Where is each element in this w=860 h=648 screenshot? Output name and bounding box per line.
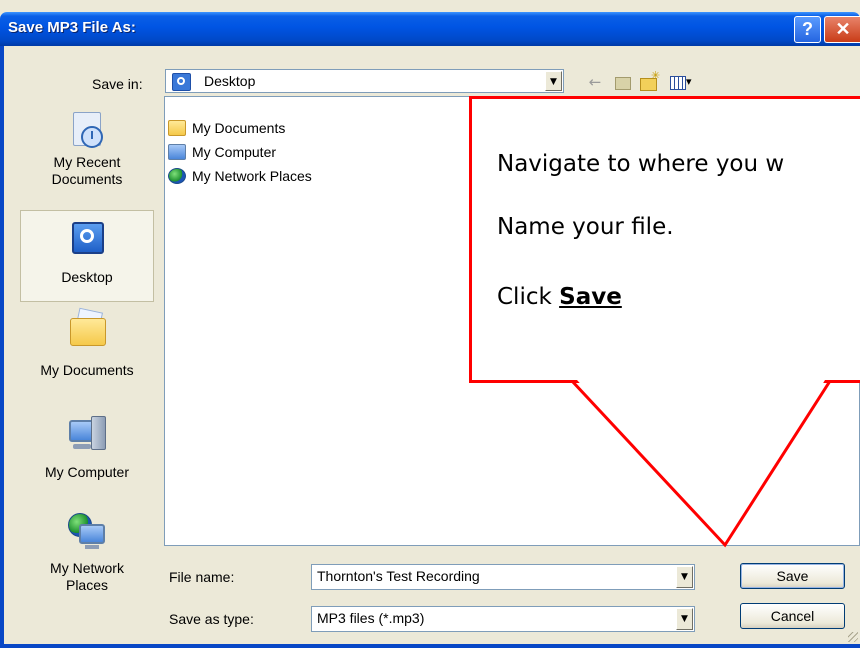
callout-line-name: Name your file.: [497, 214, 674, 240]
callout-tail: [570, 379, 832, 548]
callout-line-click: Click Save: [497, 284, 622, 310]
callout-click-text: Click: [497, 284, 560, 310]
callout-line-navigate: Navigate to where you w: [497, 151, 785, 177]
chevron-down-icon[interactable]: ▼: [676, 608, 693, 630]
save-as-type-label: Save as type:: [169, 611, 254, 627]
file-name-field[interactable]: Thornton's Test Recording ▼: [311, 564, 695, 590]
save-as-type-value: MP3 files (*.mp3): [317, 610, 425, 626]
resize-grip[interactable]: [848, 632, 858, 642]
save-as-type-dropdown[interactable]: MP3 files (*.mp3) ▼: [311, 606, 695, 632]
file-name-value: Thornton's Test Recording: [317, 568, 480, 584]
cancel-button[interactable]: Cancel: [740, 603, 845, 629]
chevron-down-icon[interactable]: ▼: [676, 566, 693, 588]
save-dialog: Save MP3 File As: ? ✕ Save in: Desktop ▼…: [0, 0, 860, 648]
save-button[interactable]: Save: [740, 563, 845, 589]
file-name-label: File name:: [169, 569, 235, 585]
callout-save-emphasis: Save: [559, 284, 622, 310]
